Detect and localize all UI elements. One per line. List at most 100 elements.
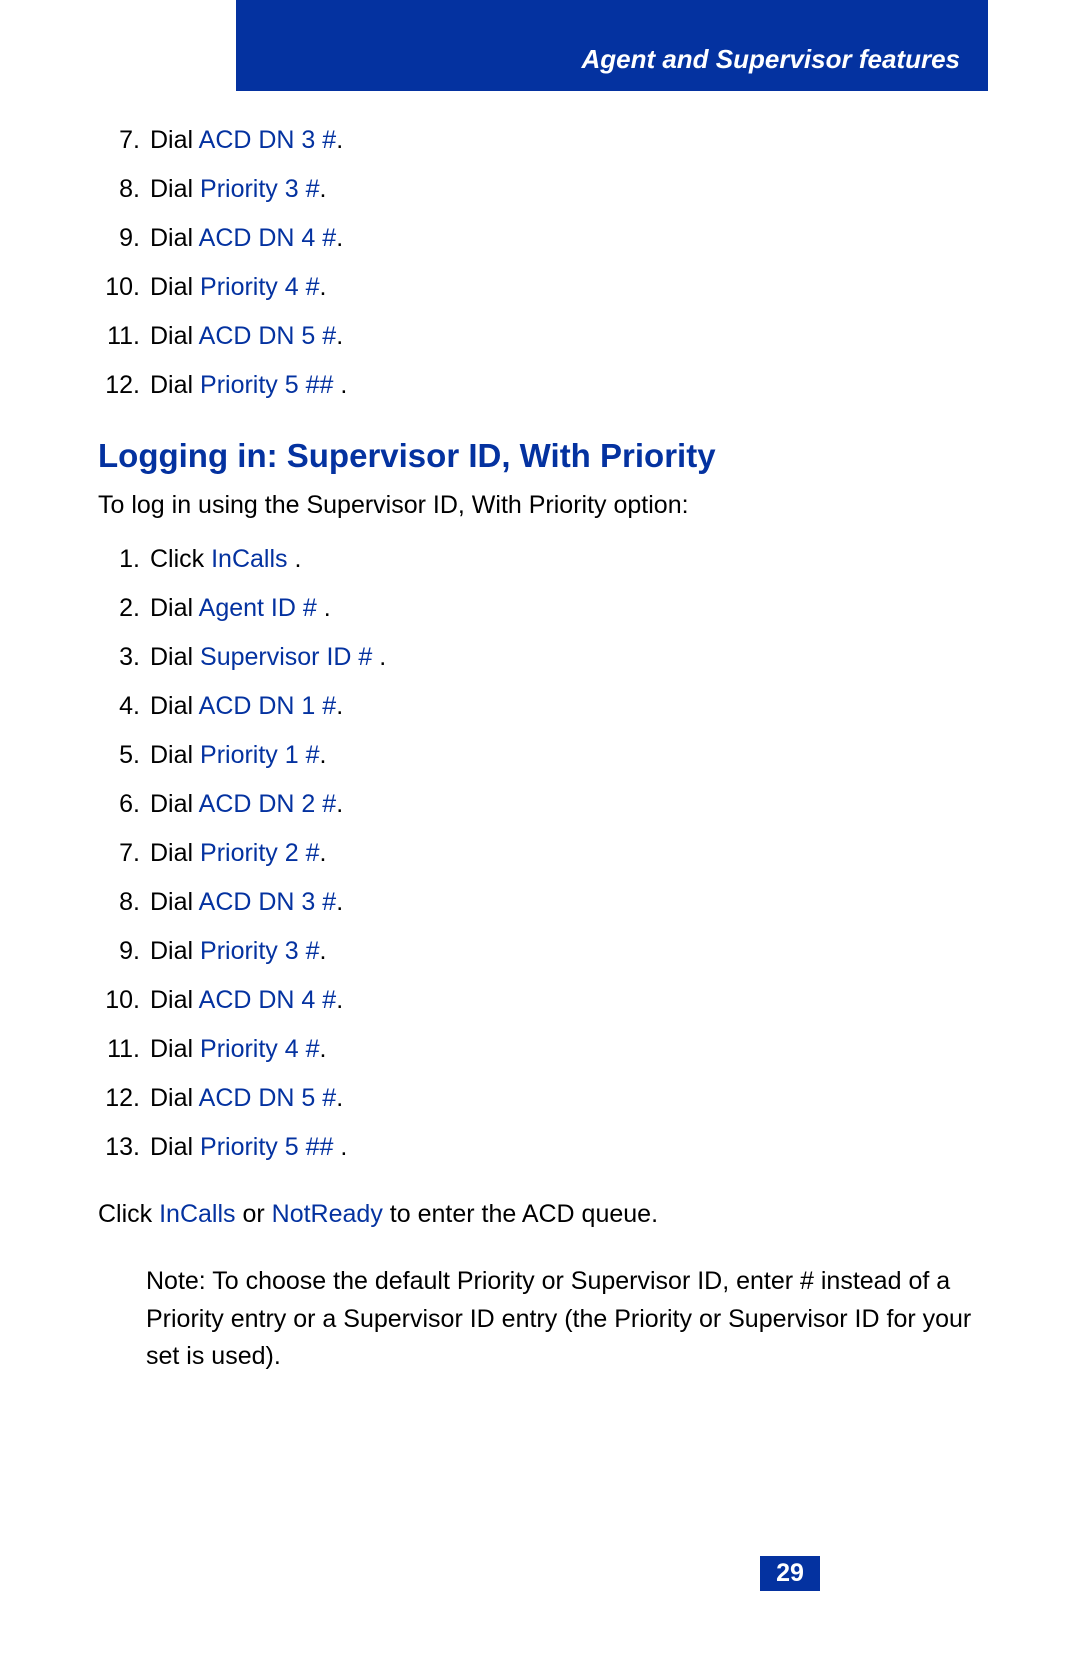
list-number: 2. bbox=[98, 588, 150, 628]
sentence-pre: Click bbox=[98, 1200, 159, 1228]
list-suffix: . bbox=[320, 839, 327, 867]
list-body: Dial Priority 5 ## . bbox=[150, 1127, 347, 1167]
list-link: Priority 5 ## bbox=[200, 1133, 333, 1161]
list-item: 5.Dial Priority 1 #. bbox=[98, 735, 988, 775]
list-item: 10.Dial ACD DN 4 #. bbox=[98, 980, 988, 1020]
list-number: 3. bbox=[98, 637, 150, 677]
list-link: ACD DN 2 # bbox=[199, 790, 337, 818]
list-suffix: . bbox=[336, 126, 343, 154]
list-body: Dial ACD DN 4 #. bbox=[150, 218, 343, 258]
list-item: 3.Dial Supervisor ID # . bbox=[98, 637, 988, 677]
list-suffix: . bbox=[372, 643, 386, 671]
list-link: ACD DN 3 # bbox=[199, 126, 337, 154]
list-number: 12. bbox=[98, 365, 150, 405]
list-item: 6.Dial ACD DN 2 #. bbox=[98, 784, 988, 824]
page-number: 29 bbox=[760, 1556, 820, 1591]
list-item: 12.Dial ACD DN 5 #. bbox=[98, 1078, 988, 1118]
list-link: ACD DN 4 # bbox=[199, 224, 337, 252]
list-prefix: Dial bbox=[150, 937, 200, 965]
list-number: 8. bbox=[98, 882, 150, 922]
list-link: Agent ID # bbox=[199, 594, 317, 622]
list-number: 10. bbox=[98, 267, 150, 307]
list-suffix: . bbox=[336, 986, 343, 1014]
list-body: Dial Priority 4 #. bbox=[150, 267, 326, 307]
list-suffix: . bbox=[333, 371, 347, 399]
list-item: 7.Dial ACD DN 3 #. bbox=[98, 120, 988, 160]
link-incalls: InCalls bbox=[159, 1200, 235, 1228]
list-number: 4. bbox=[98, 686, 150, 726]
list-number: 9. bbox=[98, 931, 150, 971]
list-body: Dial Priority 1 #. bbox=[150, 735, 326, 775]
list-item: 13.Dial Priority 5 ## . bbox=[98, 1127, 988, 1167]
list-suffix: . bbox=[336, 790, 343, 818]
list-suffix: . bbox=[336, 322, 343, 350]
header-bar: Agent and Supervisor features bbox=[236, 0, 988, 91]
list-item: 8.Dial Priority 3 #. bbox=[98, 169, 988, 209]
list-body: Dial ACD DN 3 #. bbox=[150, 120, 343, 160]
list-number: 7. bbox=[98, 833, 150, 873]
list-link: ACD DN 1 # bbox=[199, 692, 337, 720]
link-notready: NotReady bbox=[272, 1200, 383, 1228]
list-body: Dial Agent ID # . bbox=[150, 588, 331, 628]
list-body: Dial Priority 5 ## . bbox=[150, 365, 347, 405]
list-link: Priority 5 ## bbox=[200, 371, 333, 399]
list-number: 6. bbox=[98, 784, 150, 824]
list-link: InCalls bbox=[211, 545, 287, 573]
list-body: Dial ACD DN 5 #. bbox=[150, 316, 343, 356]
list-item: 11.Dial ACD DN 5 #. bbox=[98, 316, 988, 356]
list-prefix: Dial bbox=[150, 594, 199, 622]
list-prefix: Dial bbox=[150, 839, 200, 867]
list-suffix: . bbox=[320, 1035, 327, 1063]
list-item: 9.Dial Priority 3 #. bbox=[98, 931, 988, 971]
list-number: 5. bbox=[98, 735, 150, 775]
section-intro: To log in using the Supervisor ID, With … bbox=[98, 487, 988, 525]
list-prefix: Dial bbox=[150, 741, 200, 769]
list-prefix: Dial bbox=[150, 322, 199, 350]
list-prefix: Click bbox=[150, 545, 211, 573]
list-suffix: . bbox=[336, 888, 343, 916]
list-item: 8.Dial ACD DN 3 #. bbox=[98, 882, 988, 922]
list-number: 12. bbox=[98, 1078, 150, 1118]
list-number: 1. bbox=[98, 539, 150, 579]
list-item: 4.Dial ACD DN 1 #. bbox=[98, 686, 988, 726]
list-number: 11. bbox=[98, 1029, 150, 1069]
list-suffix: . bbox=[288, 545, 302, 573]
list-item: 2.Dial Agent ID # . bbox=[98, 588, 988, 628]
list-suffix: . bbox=[317, 594, 331, 622]
list-suffix: . bbox=[336, 692, 343, 720]
list-suffix: . bbox=[336, 224, 343, 252]
list-link: Priority 4 # bbox=[200, 273, 319, 301]
list-continued: 7.Dial ACD DN 3 #. 8.Dial Priority 3 #. 9.… bbox=[98, 120, 988, 405]
list-link: Priority 3 # bbox=[200, 175, 319, 203]
list-number: 11. bbox=[98, 316, 150, 356]
list-prefix: Dial bbox=[150, 273, 200, 301]
list-body: Dial ACD DN 4 #. bbox=[150, 980, 343, 1020]
list-link: Priority 1 # bbox=[200, 741, 319, 769]
list-link: ACD DN 5 # bbox=[199, 1084, 337, 1112]
list-prefix: Dial bbox=[150, 790, 199, 818]
list-link: ACD DN 5 # bbox=[199, 322, 337, 350]
list-prefix: Dial bbox=[150, 888, 199, 916]
list-suffix: . bbox=[333, 1133, 347, 1161]
list-body: Dial Priority 3 #. bbox=[150, 931, 326, 971]
list-number: 10. bbox=[98, 980, 150, 1020]
list-link: Priority 3 # bbox=[200, 937, 319, 965]
list-item: 9.Dial ACD DN 4 #. bbox=[98, 218, 988, 258]
sentence-mid: or bbox=[236, 1200, 272, 1228]
list-prefix: Dial bbox=[150, 643, 200, 671]
list-number: 13. bbox=[98, 1127, 150, 1167]
list-suffix: . bbox=[320, 175, 327, 203]
content-area: 7.Dial ACD DN 3 #.8.Dial Priority 3 #.9.… bbox=[98, 120, 988, 1376]
list-item: 11.Dial Priority 4 #. bbox=[98, 1029, 988, 1069]
list-body: Dial Priority 2 #. bbox=[150, 833, 326, 873]
list-item: 10.Dial Priority 4 #. bbox=[98, 267, 988, 307]
list-number: 9. bbox=[98, 218, 150, 258]
note-text: Note: To choose the default Priority or … bbox=[146, 1263, 988, 1376]
list-link: ACD DN 3 # bbox=[199, 888, 337, 916]
list-suffix: . bbox=[336, 1084, 343, 1112]
list-body: Dial ACD DN 3 #. bbox=[150, 882, 343, 922]
list-prefix: Dial bbox=[150, 371, 200, 399]
list-body: Click InCalls . bbox=[150, 539, 301, 579]
list-link: Priority 2 # bbox=[200, 839, 319, 867]
queue-sentence: Click InCalls or NotReady to enter the A… bbox=[98, 1195, 988, 1234]
